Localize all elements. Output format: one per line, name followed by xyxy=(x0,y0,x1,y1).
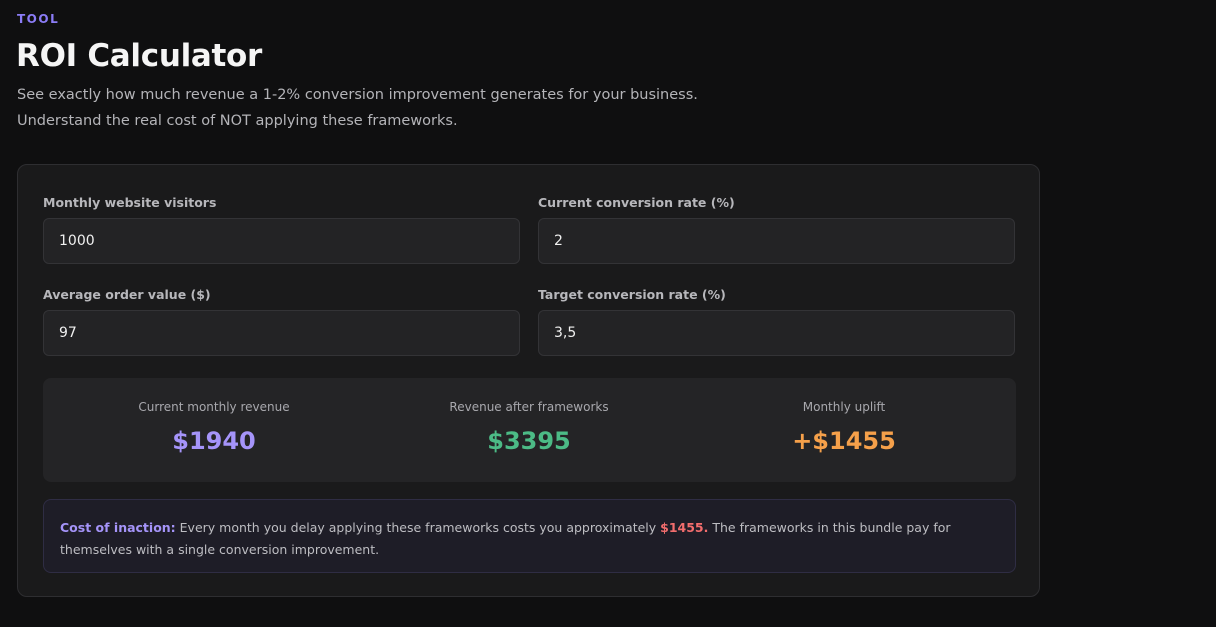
cost-of-inaction-notice: Cost of inaction: Every month you delay … xyxy=(43,499,1016,573)
revenue-after-label: Revenue after frameworks xyxy=(449,400,609,414)
monthly-uplift-value: +$1455 xyxy=(792,427,896,455)
notice-text-before: Every month you delay applying these fra… xyxy=(175,520,661,535)
monthly-uplift-label: Monthly uplift xyxy=(802,400,886,414)
revenue-after-value: $3395 xyxy=(487,427,571,455)
current-conversion-input[interactable] xyxy=(538,218,1015,264)
notice-lead: Cost of inaction: xyxy=(60,520,176,535)
order-value-label: Average order value ($) xyxy=(43,287,211,302)
results-panel: Current monthly revenue $1940 Revenue af… xyxy=(43,378,1016,482)
notice-amount: $1455. xyxy=(660,520,709,535)
monthly-visitors-label: Monthly website visitors xyxy=(43,195,217,210)
section-eyebrow: TOOL xyxy=(17,12,60,26)
current-revenue-label: Current monthly revenue xyxy=(138,400,290,414)
current-revenue-value: $1940 xyxy=(172,427,256,455)
target-conversion-label: Target conversion rate (%) xyxy=(538,287,726,302)
monthly-uplift-stat: Monthly uplift +$1455 xyxy=(694,378,994,482)
current-revenue-stat: Current monthly revenue $1940 xyxy=(64,378,364,482)
calculator-card: Monthly website visitors Current convers… xyxy=(17,164,1040,597)
target-conversion-input[interactable] xyxy=(538,310,1015,356)
revenue-after-stat: Revenue after frameworks $3395 xyxy=(379,378,679,482)
order-value-input[interactable] xyxy=(43,310,520,356)
monthly-visitors-input[interactable] xyxy=(43,218,520,264)
page-subtitle-line-2: Understand the real cost of NOT applying… xyxy=(17,113,458,129)
page-title: ROI Calculator xyxy=(16,38,263,74)
current-conversion-label: Current conversion rate (%) xyxy=(538,195,735,210)
page-subtitle-line-1: See exactly how much revenue a 1-2% conv… xyxy=(17,87,698,103)
roi-calculator-page: TOOL ROI Calculator See exactly how much… xyxy=(0,0,1216,627)
